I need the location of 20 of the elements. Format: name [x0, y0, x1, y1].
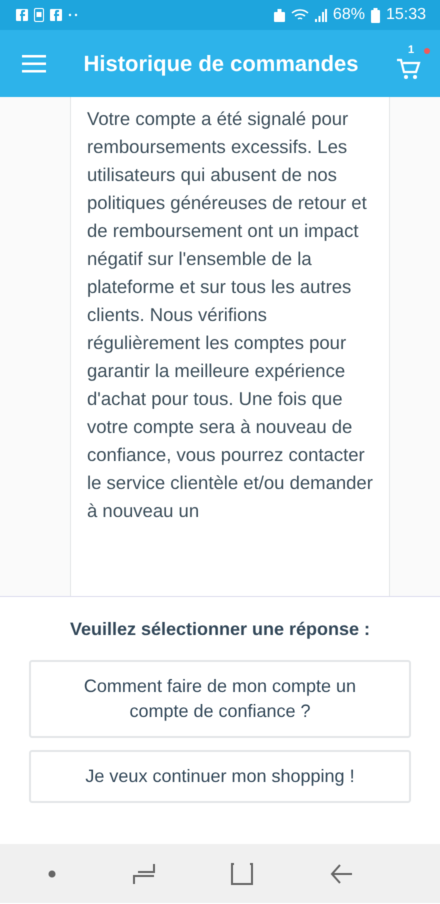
home-icon[interactable] — [231, 862, 254, 884]
signal-icon — [314, 8, 327, 22]
phone-icon — [34, 8, 44, 22]
battery-percent: 68% — [332, 6, 365, 24]
clock-time: 15:33 — [386, 6, 426, 24]
recent-apps-icon[interactable] — [132, 862, 155, 884]
cart-count: 1 — [408, 44, 414, 56]
wifi-icon — [290, 8, 309, 22]
facebook-icon — [50, 9, 62, 21]
response-prompt: Veuillez sélectionner une réponse : — [70, 619, 370, 640]
facebook-icon — [16, 9, 28, 21]
battery-icon — [370, 8, 380, 22]
message-text: Votre compte a été signalé pour remboursements excessifs. Les utilisateurs qui abusent de nos politiques généreuses de retour et de remboursement ont un impact négatif sur l'ensemble de la plateforme et sur tous les autres clients. Nous vérifions régulièrement les comptes pour garantir la meilleure expérience d'achat pour tous. Une fois que votre compte sera à nouveau de confiance, vous pourrez contacter le service clientèle et/ou demander à nouveau un — [87, 107, 374, 523]
response-option[interactable]: Je veux continuer mon shopping ! — [29, 750, 411, 803]
more-dots-icon — [68, 13, 78, 17]
notification-dot — [424, 48, 430, 54]
response-option[interactable]: Comment faire de mon compte un compte de confiance ? — [29, 660, 411, 738]
back-icon[interactable] — [330, 864, 352, 884]
screen-title: Historique de commandes — [82, 50, 360, 76]
dot-icon[interactable] — [48, 870, 56, 878]
